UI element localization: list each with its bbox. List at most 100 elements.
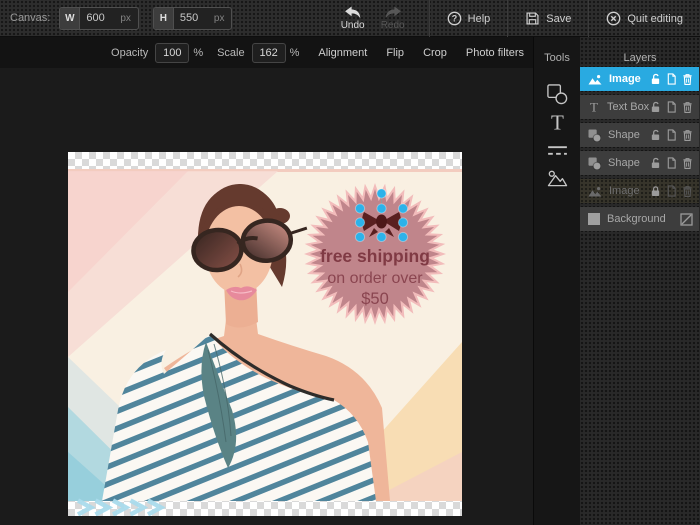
scale-label: Scale xyxy=(217,47,245,59)
top-toolbar: Canvas: W px H px Undo Redo Help Save xyxy=(0,0,700,37)
layer-row-shape-1[interactable]: Shape xyxy=(580,123,699,147)
selection-handle-w[interactable] xyxy=(355,218,364,227)
lines-tool-icon xyxy=(546,143,569,158)
width-unit-label: px xyxy=(118,8,138,29)
canvas-height-input[interactable] xyxy=(174,8,212,29)
help-label: Help xyxy=(468,13,491,25)
layer-label: Shape xyxy=(608,129,650,141)
save-button[interactable]: Save xyxy=(508,0,588,37)
selection-handle-e[interactable] xyxy=(398,218,407,227)
canvas-width-input[interactable] xyxy=(80,8,118,29)
tools-header: Tools xyxy=(534,37,580,64)
image-tool-icon xyxy=(546,169,569,188)
canvas-size-group: Canvas: W px H px xyxy=(0,7,232,30)
duplicate-icon[interactable] xyxy=(666,185,677,197)
undo-button[interactable]: Undo xyxy=(337,6,369,31)
shape-tool-button[interactable] xyxy=(534,80,580,108)
duplicate-icon[interactable] xyxy=(666,157,677,169)
opacity-label: Opacity xyxy=(111,47,148,59)
layer-label: Image xyxy=(609,73,650,85)
quit-editing-button[interactable]: Quit editing xyxy=(589,0,700,37)
redo-label: Redo xyxy=(381,20,405,31)
canvas-size-label: Canvas: xyxy=(10,12,50,24)
duplicate-icon[interactable] xyxy=(666,129,677,141)
help-button[interactable]: Help xyxy=(430,0,508,37)
transparent-color-icon[interactable] xyxy=(680,213,693,226)
undo-label: Undo xyxy=(341,20,365,31)
delete-icon[interactable] xyxy=(682,73,693,85)
canvas-artboard[interactable]: free shipping on order over $50 xyxy=(68,152,462,516)
canvas-width-control: W px xyxy=(59,7,139,30)
design-preview[interactable]: free shipping on order over $50 xyxy=(68,152,462,516)
text-tool-icon xyxy=(546,111,569,134)
badge-line2: on order over xyxy=(327,270,423,287)
top-actions: Undo Redo Help Save Quit editing xyxy=(337,0,700,37)
height-unit-label: px xyxy=(212,8,232,29)
redo-button[interactable]: Redo xyxy=(377,6,409,31)
delete-icon[interactable] xyxy=(682,157,693,169)
layer-label: Image xyxy=(609,185,650,197)
delete-icon[interactable] xyxy=(682,185,693,197)
quit-icon xyxy=(606,11,621,26)
unlock-icon[interactable] xyxy=(650,157,661,169)
layer-label: Background xyxy=(607,213,680,225)
selection-handle-n[interactable] xyxy=(377,204,386,213)
alignment-button[interactable]: Alignment xyxy=(318,47,367,59)
lines-tool-button[interactable] xyxy=(534,136,580,164)
layers-panel: Layers Image Text Box Shape Shape xyxy=(580,37,700,525)
layer-row-image[interactable]: Image xyxy=(580,67,699,91)
delete-icon[interactable] xyxy=(682,129,693,141)
shape-layer-icon xyxy=(588,129,601,142)
layer-row-textbox[interactable]: Text Box xyxy=(580,95,699,119)
flip-button[interactable]: Flip xyxy=(386,47,404,59)
unlock-icon[interactable] xyxy=(650,101,661,113)
selection-handle-s[interactable] xyxy=(377,232,386,241)
photo-filters-button[interactable]: Photo filters xyxy=(466,47,524,59)
duplicate-icon[interactable] xyxy=(666,73,677,85)
scale-input[interactable] xyxy=(252,43,286,63)
save-label: Save xyxy=(546,13,571,25)
shape-tool-icon xyxy=(546,83,569,106)
rotation-handle[interactable] xyxy=(377,189,386,198)
layer-row-shape-2[interactable]: Shape xyxy=(580,151,699,175)
selection-handle-ne[interactable] xyxy=(398,204,407,213)
tools-sidebar: Tools xyxy=(533,37,580,525)
badge-line3: $50 xyxy=(361,290,389,308)
redo-icon xyxy=(383,6,403,19)
lock-icon[interactable] xyxy=(650,185,661,197)
quit-label: Quit editing xyxy=(627,13,683,25)
selection-handle-sw[interactable] xyxy=(355,232,364,241)
text-tool-button[interactable] xyxy=(534,108,580,136)
scale-unit: % xyxy=(290,47,300,59)
duplicate-icon[interactable] xyxy=(666,101,677,113)
badge-line1: free shipping xyxy=(320,246,430,266)
width-key-label: W xyxy=(60,8,80,29)
layer-row-background[interactable]: Background xyxy=(580,207,699,231)
opacity-unit: % xyxy=(193,47,203,59)
image-layer-icon xyxy=(588,74,602,85)
tool-list xyxy=(534,80,580,192)
layer-label: Text Box xyxy=(607,101,650,113)
canvas-height-control: H px xyxy=(153,7,233,30)
layers-header: Layers xyxy=(580,37,700,67)
delete-icon[interactable] xyxy=(682,101,693,113)
opacity-input[interactable] xyxy=(155,43,189,63)
selection-handle-nw[interactable] xyxy=(355,204,364,213)
image-tool-button[interactable] xyxy=(534,164,580,192)
height-key-label: H xyxy=(154,8,174,29)
text-layer-icon xyxy=(588,101,600,113)
properties-toolbar: Opacity % Scale % Alignment Flip Crop Ph… xyxy=(0,37,533,68)
unlock-icon[interactable] xyxy=(650,129,661,141)
save-icon xyxy=(525,11,540,26)
layer-row-image-locked[interactable]: Image xyxy=(580,179,699,203)
chevron-arrows xyxy=(78,501,161,515)
layer-label: Shape xyxy=(608,157,650,169)
unlock-icon[interactable] xyxy=(650,73,661,85)
help-icon xyxy=(447,11,462,26)
background-swatch xyxy=(588,213,600,225)
shape-layer-icon xyxy=(588,157,601,170)
undo-icon xyxy=(343,6,363,19)
crop-button[interactable]: Crop xyxy=(423,47,447,59)
selection-handle-se[interactable] xyxy=(398,232,407,241)
image-layer-icon xyxy=(588,186,602,197)
